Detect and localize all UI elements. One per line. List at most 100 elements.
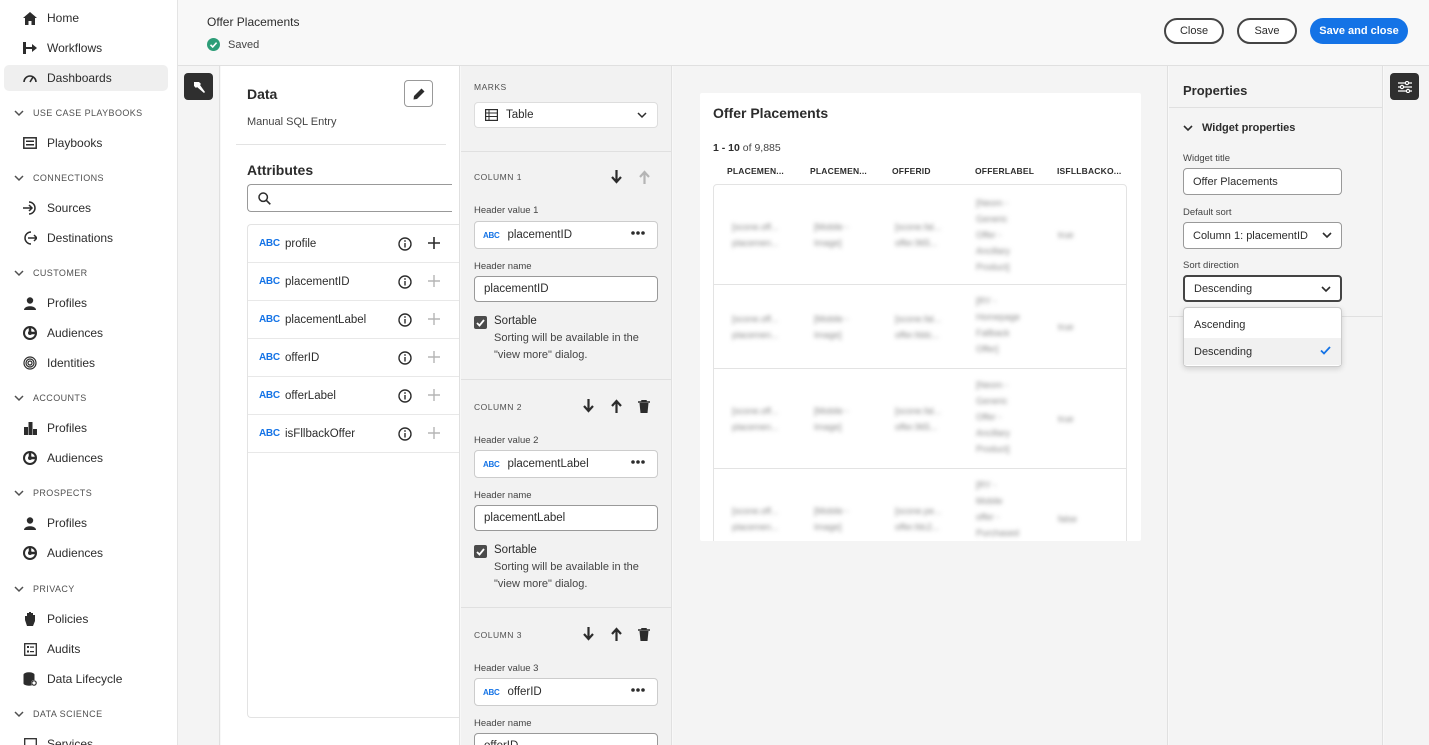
more-icon[interactable] xyxy=(631,460,645,464)
add-attribute-icon[interactable] xyxy=(428,313,440,325)
column-header[interactable]: OFFERID xyxy=(892,166,931,176)
sort-direction-menu: Ascending Descending xyxy=(1183,307,1342,367)
nav-item-dashboards[interactable]: Dashboards xyxy=(4,65,168,91)
delete-column-button[interactable] xyxy=(637,398,651,414)
save-button[interactable]: Save xyxy=(1237,18,1297,44)
attribute-row-placementlabel[interactable]: ABC placementLabel xyxy=(248,301,459,339)
column-header[interactable]: PLACEMEN... xyxy=(727,166,784,176)
chevron-down-icon xyxy=(1322,232,1332,239)
nav-item-policies[interactable]: Policies xyxy=(4,606,168,632)
nav-item-customer-audiences[interactable]: Audiences xyxy=(4,320,168,346)
move-up-button[interactable] xyxy=(609,626,623,642)
nav-item-customer-profiles[interactable]: Profiles xyxy=(4,290,168,316)
header-value-field[interactable]: ABC placementLabel xyxy=(474,450,658,478)
nav-item-workflows[interactable]: Workflows xyxy=(4,35,168,61)
nav-section-customer[interactable]: CUSTOMER xyxy=(14,268,88,278)
attribute-row-placementid[interactable]: ABC placementID xyxy=(248,263,459,301)
nav-item-services[interactable]: Services xyxy=(4,731,168,745)
checkmark-icon xyxy=(476,547,485,556)
nav-section-accounts[interactable]: ACCOUNTS xyxy=(14,393,87,403)
info-icon[interactable] xyxy=(398,389,412,403)
mark-type-value: Table xyxy=(506,109,534,121)
default-sort-select[interactable]: Column 1: placementID xyxy=(1183,222,1342,249)
attribute-row-profile[interactable]: ABC profile xyxy=(248,225,459,263)
delete-column-button[interactable] xyxy=(637,626,651,642)
table-cell: [scone.fal... offer.fddc... xyxy=(895,314,942,340)
nav-item-home[interactable]: Home xyxy=(4,5,168,31)
move-up-button[interactable] xyxy=(609,398,623,414)
nav-section-privacy[interactable]: PRIVACY xyxy=(14,584,75,594)
nav-label: Profiles xyxy=(47,296,88,310)
nav-section-use-case-playbooks[interactable]: USE CASE PLAYBOOKS xyxy=(14,108,143,118)
data-panel-title: Data xyxy=(247,86,278,102)
header-value-field[interactable]: ABC placementID xyxy=(474,221,658,249)
sort-option-descending[interactable]: Descending xyxy=(1184,338,1341,365)
collapse-panel-button[interactable] xyxy=(184,73,213,100)
arrow-up-icon xyxy=(610,399,622,413)
close-button[interactable]: Close xyxy=(1164,18,1224,44)
edit-query-button[interactable] xyxy=(404,80,433,107)
widget-title-input[interactable] xyxy=(1183,168,1342,195)
policies-icon xyxy=(22,611,38,627)
attribute-search-input[interactable] xyxy=(279,191,429,205)
nav-section-connections[interactable]: CONNECTIONS xyxy=(14,173,104,183)
nav-item-prospects-profiles[interactable]: Profiles xyxy=(4,510,168,536)
nav-item-data-lifecycle[interactable]: Data Lifecycle xyxy=(4,666,168,692)
sortable-checkbox[interactable] xyxy=(474,545,487,558)
info-icon[interactable] xyxy=(398,237,412,251)
nav-item-destinations[interactable]: Destinations xyxy=(4,225,168,251)
add-attribute-icon[interactable] xyxy=(428,275,440,287)
nav-section-prospects[interactable]: PROSPECTS xyxy=(14,488,92,498)
header-name-input[interactable] xyxy=(474,505,658,531)
mark-type-select[interactable]: Table xyxy=(474,102,658,128)
header-value: placementID xyxy=(507,229,572,241)
info-icon[interactable] xyxy=(398,313,412,327)
column-header[interactable]: PLACEMEN... xyxy=(810,166,867,176)
attribute-row-offerid[interactable]: ABC offerID xyxy=(248,339,459,377)
search-icon xyxy=(258,191,271,205)
attribute-name: profile xyxy=(285,237,317,250)
sort-option-ascending[interactable]: Ascending xyxy=(1184,311,1341,338)
add-attribute-icon[interactable] xyxy=(428,351,440,363)
widget-properties-accordion[interactable]: Widget properties xyxy=(1183,122,1295,134)
nav-label: Sources xyxy=(47,201,92,215)
info-icon[interactable] xyxy=(398,351,412,365)
more-icon[interactable] xyxy=(631,688,645,692)
nav-item-prospects-audiences[interactable]: Audiences xyxy=(4,540,168,566)
nav-label: Audiences xyxy=(47,451,104,465)
audiences-icon xyxy=(22,325,38,341)
nav-item-accounts-profiles[interactable]: Profiles xyxy=(4,415,168,441)
header-name-input[interactable] xyxy=(474,733,658,745)
header-value-field[interactable]: ABC offerID xyxy=(474,678,658,706)
nav-item-accounts-audiences[interactable]: Audiences xyxy=(4,445,168,471)
nav-label: Playbooks xyxy=(47,136,103,150)
move-down-button[interactable] xyxy=(581,398,595,414)
add-attribute-icon[interactable] xyxy=(428,237,440,249)
attribute-search xyxy=(247,184,452,212)
sort-direction-select[interactable]: Descending xyxy=(1183,275,1342,302)
nav-item-sources[interactable]: Sources xyxy=(4,195,168,221)
move-down-button[interactable] xyxy=(581,626,595,642)
save-and-close-button[interactable]: Save and close xyxy=(1310,18,1408,44)
info-icon[interactable] xyxy=(398,427,412,441)
nav-item-playbooks[interactable]: Playbooks xyxy=(4,130,168,156)
attribute-row-offerlabel[interactable]: ABC offerLabel xyxy=(248,377,459,415)
nav-section-data-science[interactable]: DATA SCIENCE xyxy=(14,709,102,719)
add-attribute-icon[interactable] xyxy=(428,389,440,401)
sortable-checkbox[interactable] xyxy=(474,316,487,329)
move-down-button[interactable] xyxy=(609,169,623,185)
table-widget[interactable]: Offer Placements 1 - 10 of 9,885 PLACEME… xyxy=(700,93,1141,541)
table-cell: [Mobile - Image] xyxy=(814,406,849,432)
column-header[interactable]: OFFERLABEL xyxy=(975,166,1034,176)
info-icon[interactable] xyxy=(398,275,412,289)
column-header[interactable]: ISFLLBACKO... xyxy=(1057,166,1121,176)
add-attribute-icon[interactable] xyxy=(428,427,440,439)
properties-toggle-button[interactable] xyxy=(1390,73,1419,100)
more-icon[interactable] xyxy=(631,231,645,235)
attribute-row-isfllbackoffer[interactable]: ABC isFllbackOffer xyxy=(248,415,459,453)
nav-item-audits[interactable]: Audits xyxy=(4,636,168,662)
move-up-button[interactable] xyxy=(637,169,651,185)
identities-icon xyxy=(22,355,38,371)
nav-item-identities[interactable]: Identities xyxy=(4,350,168,376)
header-name-input[interactable] xyxy=(474,276,658,302)
